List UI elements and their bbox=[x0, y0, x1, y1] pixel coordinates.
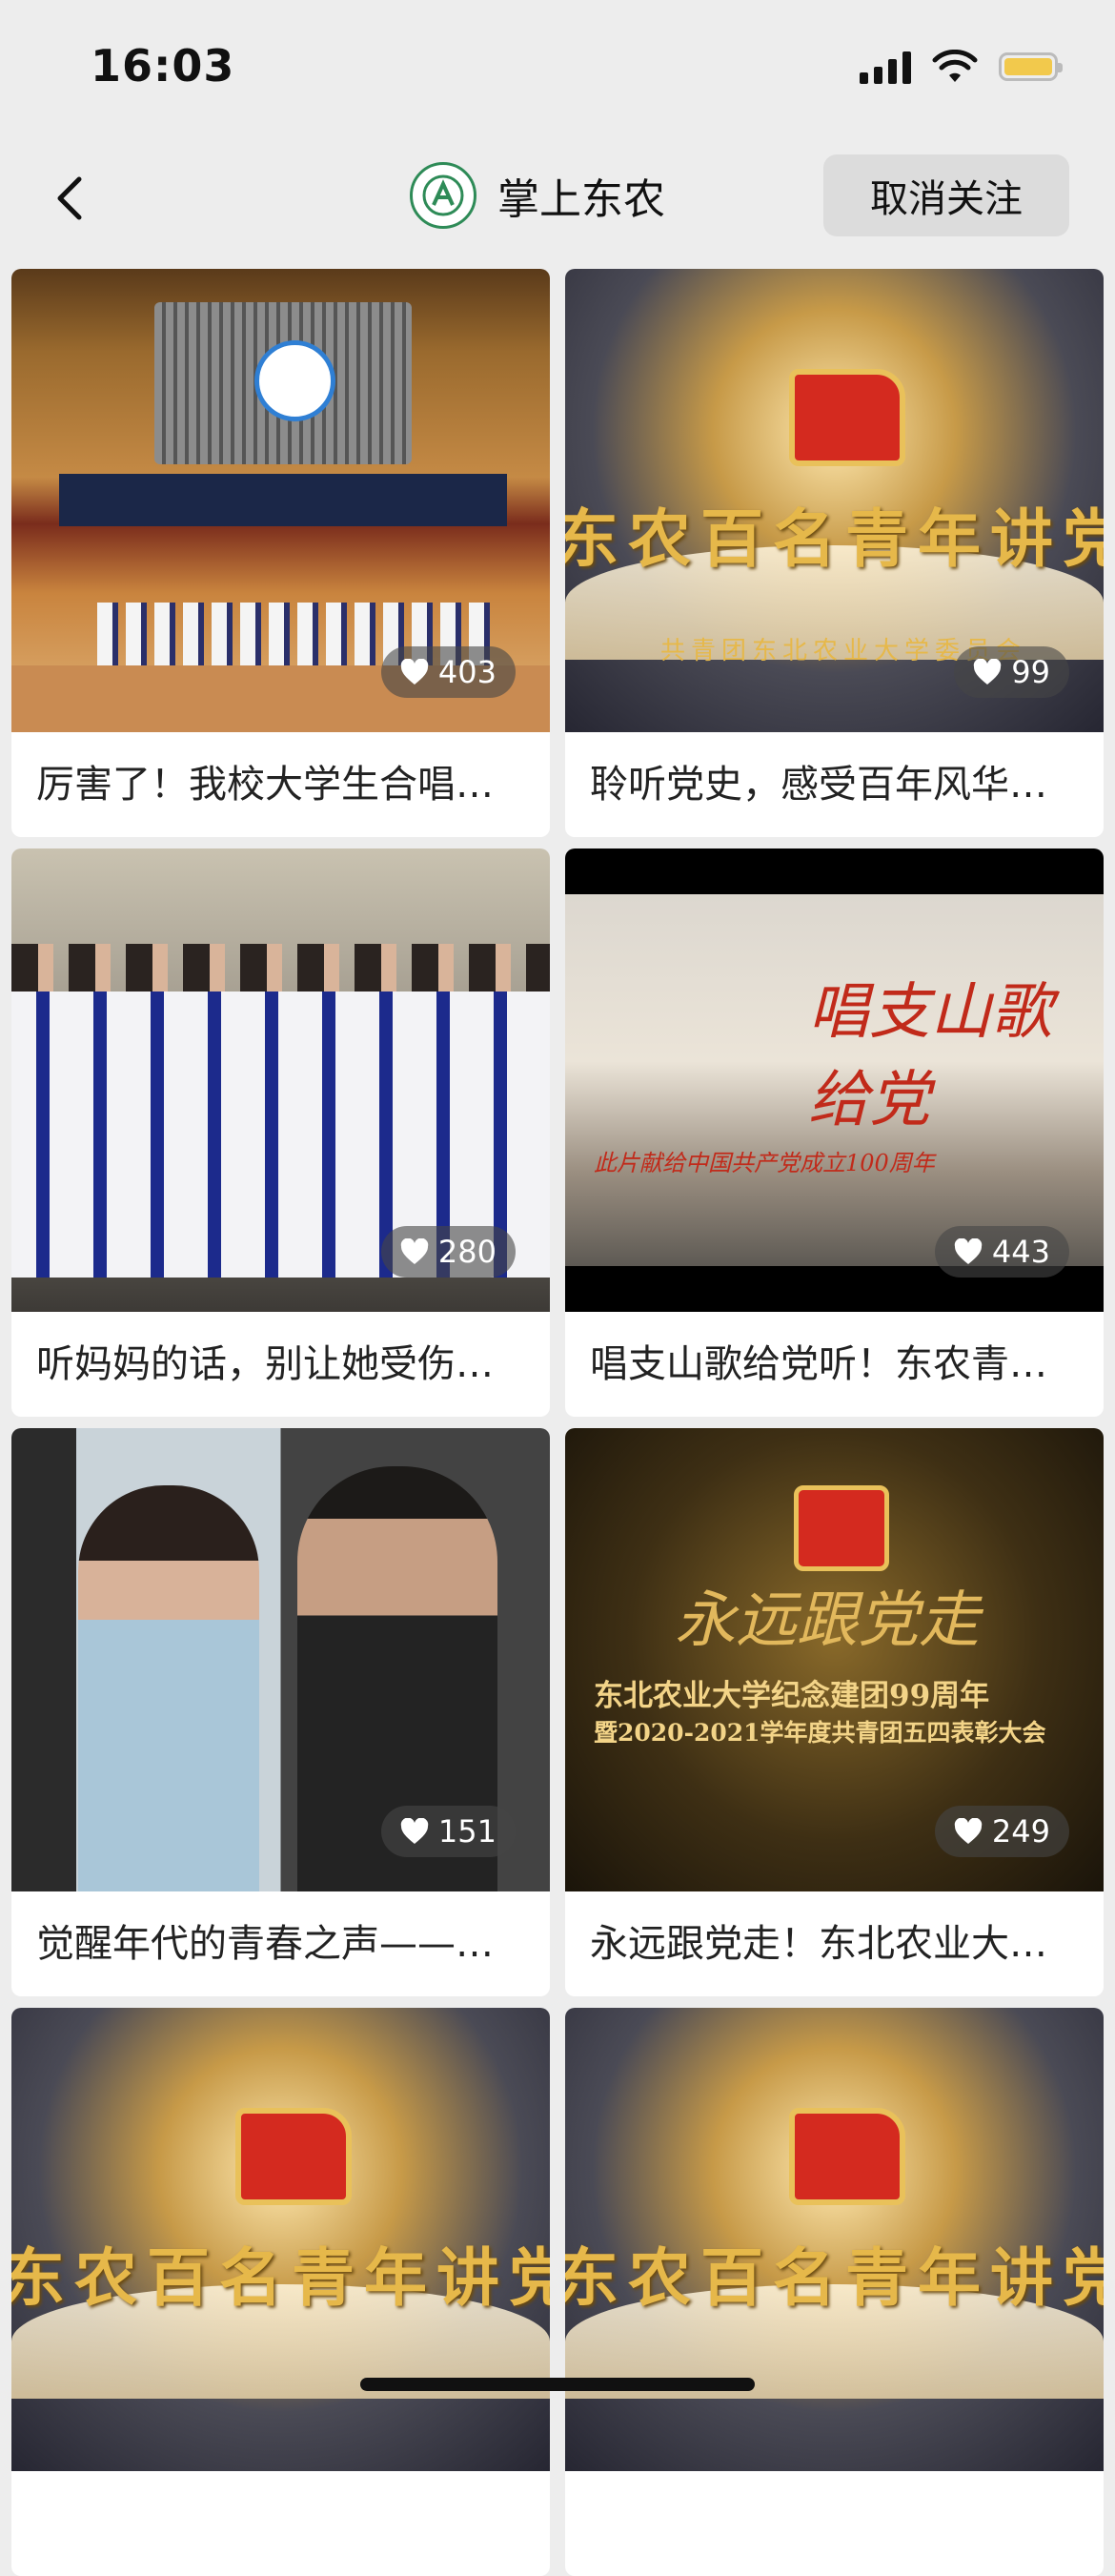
thumbnail-subheadline: 暨2020-2021学年度共青团五四表彰大会 bbox=[594, 1719, 1046, 1747]
video-card[interactable]: 403 厉害了！我校大学生合唱团… bbox=[11, 269, 550, 837]
youth-league-emblem bbox=[235, 2108, 352, 2205]
back-chevron-icon[interactable] bbox=[43, 170, 100, 227]
video-title: 永远跟党走！东北农业大… bbox=[590, 1922, 1047, 1966]
like-count-badge: 443 bbox=[934, 1226, 1069, 1278]
battery-icon bbox=[999, 52, 1063, 81]
thumbnail-banner-text: 东农百名青年讲党史 bbox=[565, 2240, 1104, 2315]
video-grid: 403 厉害了！我校大学生合唱团… 东农百名青年讲党史 共青团东北农业大学委员会… bbox=[11, 269, 1104, 2576]
video-card[interactable]: 东农百名青年讲党史 bbox=[11, 2008, 550, 2576]
like-count: 443 bbox=[991, 1234, 1050, 1270]
youth-league-emblem bbox=[789, 369, 905, 466]
actor-figure bbox=[78, 1485, 259, 1891]
thumbnail-song-title: 唱支山歌给党 bbox=[808, 977, 1052, 1135]
youth-league-emblem bbox=[789, 2108, 905, 2205]
video-card[interactable]: 唱支山歌给党 此片献给中国共产党成立100周年 443 唱支山歌给党听！东农青… bbox=[565, 848, 1104, 1417]
like-count: 249 bbox=[991, 1813, 1050, 1850]
video-card[interactable]: 东农百名青年讲党史 bbox=[565, 2008, 1104, 2576]
video-card[interactable]: 永远跟党走 东北农业大学纪念建团99周年 暨2020-2021学年度共青团五四表… bbox=[565, 1428, 1104, 1996]
thumbnail-script-text: 永远跟党走 bbox=[675, 1585, 980, 1656]
like-count-badge: 249 bbox=[934, 1806, 1069, 1857]
video-thumbnail: 永远跟党走 东北农业大学纪念建团99周年 暨2020-2021学年度共青团五四表… bbox=[565, 1428, 1104, 1891]
account-header: 掌上东农 bbox=[410, 162, 665, 229]
account-name: 掌上东农 bbox=[497, 175, 665, 224]
heart-icon bbox=[954, 1238, 983, 1264]
heart-icon bbox=[400, 659, 429, 685]
thumbnail-banner-text: 东农百名青年讲党史 bbox=[11, 2240, 550, 2315]
video-card[interactable]: 151 觉醒年代的青春之声——… bbox=[11, 1428, 550, 1996]
thumbnail-banner-text: 东农百名青年讲党史 bbox=[565, 501, 1104, 576]
thumbnail-song-subtitle: 此片献给中国共产党成立100周年 bbox=[594, 1150, 935, 1176]
nav-bar: 掌上东农 取消关注 bbox=[0, 143, 1115, 256]
home-indicator[interactable] bbox=[360, 2378, 755, 2391]
video-thumbnail: 403 bbox=[11, 269, 550, 732]
like-count: 280 bbox=[437, 1234, 497, 1270]
youth-league-emblem bbox=[794, 1485, 889, 1571]
status-icons bbox=[860, 50, 1063, 84]
video-title: 唱支山歌给党听！东农青… bbox=[590, 1342, 1047, 1386]
like-count: 403 bbox=[437, 654, 497, 690]
like-count: 99 bbox=[1011, 654, 1050, 690]
video-thumbnail: 280 bbox=[11, 848, 550, 1312]
unfollow-button[interactable]: 取消关注 bbox=[823, 154, 1069, 236]
video-title: 聆听党史，感受百年风华… bbox=[590, 763, 1047, 807]
video-thumbnail: 唱支山歌给党 此片献给中国共产党成立100周年 443 bbox=[565, 848, 1104, 1312]
video-thumbnail: 151 bbox=[11, 1428, 550, 1891]
heart-icon bbox=[954, 1818, 983, 1844]
video-thumbnail: 东农百名青年讲党史 bbox=[11, 2008, 550, 2471]
video-title: 觉醒年代的青春之声——… bbox=[36, 1922, 494, 1966]
heart-icon bbox=[400, 1818, 429, 1844]
video-title: 听妈妈的话，别让她受伤… bbox=[36, 1342, 494, 1386]
video-card[interactable]: 280 听妈妈的话，别让她受伤… bbox=[11, 848, 550, 1417]
like-count-badge: 99 bbox=[954, 646, 1069, 698]
like-count: 151 bbox=[437, 1813, 497, 1850]
heart-icon bbox=[400, 1238, 429, 1264]
status-bar: 16:03 bbox=[0, 0, 1115, 143]
cellular-signal-icon bbox=[860, 50, 911, 84]
account-logo bbox=[410, 162, 476, 229]
video-thumbnail: 东农百名青年讲党史 bbox=[565, 2008, 1104, 2471]
like-count-badge: 403 bbox=[380, 646, 516, 698]
festival-emblem bbox=[254, 340, 335, 421]
wifi-icon bbox=[932, 50, 978, 82]
status-time: 16:03 bbox=[91, 40, 235, 92]
seats bbox=[59, 474, 507, 526]
video-title: 厉害了！我校大学生合唱团… bbox=[36, 763, 532, 807]
video-card[interactable]: 东农百名青年讲党史 共青团东北农业大学委员会 99 聆听党史，感受百年风华… bbox=[565, 269, 1104, 837]
university-logo-icon bbox=[422, 174, 464, 216]
video-thumbnail: 东农百名青年讲党史 共青团东北农业大学委员会 99 bbox=[565, 269, 1104, 732]
thumbnail-headline: 东北农业大学纪念建团99周年 bbox=[594, 1679, 990, 1713]
heart-icon bbox=[974, 659, 1002, 685]
like-count-badge: 151 bbox=[380, 1806, 516, 1857]
like-count-badge: 280 bbox=[380, 1226, 516, 1278]
